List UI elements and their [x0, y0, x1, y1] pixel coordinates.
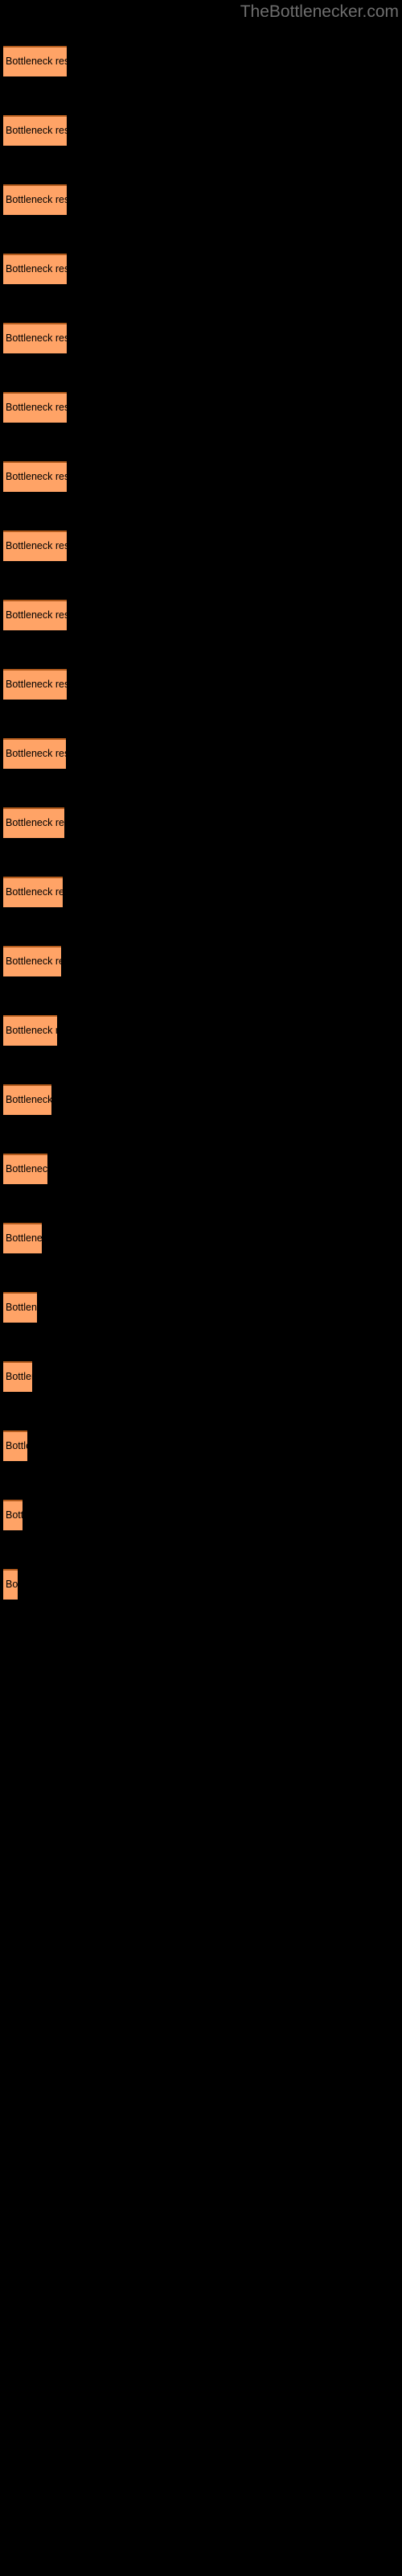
bar-row: Bottleneck result	[3, 115, 67, 146]
bar-row: Bottleneck result	[3, 1223, 42, 1253]
bar[interactable]: Bottleneck result	[3, 461, 67, 492]
bar[interactable]: Bottleneck result	[3, 1569, 18, 1600]
bar-label: Bottleneck result	[6, 886, 63, 898]
bar-row: Bottleneck result	[3, 669, 67, 700]
bar-label: Bottleneck result	[6, 1163, 47, 1174]
bar-row: Bottleneck result	[3, 530, 67, 561]
bar-row: Bottleneck result	[3, 46, 67, 76]
bar-label: Bottleneck result	[6, 1302, 37, 1313]
bar[interactable]: Bottleneck result	[3, 184, 67, 215]
bar[interactable]: Bottleneck result	[3, 600, 67, 630]
bar[interactable]: Bottleneck result	[3, 738, 66, 769]
bar-label: Bottleneck result	[6, 194, 67, 205]
bar-row: Bottleneck result	[3, 461, 67, 492]
bottleneck-bar-chart: Bottleneck result Bottleneck result Bottle…	[0, 0, 402, 2576]
bar-label: Bottleneck result	[6, 1025, 57, 1036]
bar[interactable]: Bottleneck result	[3, 669, 67, 700]
bar-label: Bottleneck result	[6, 679, 67, 690]
bar-label: Bottleneck result	[6, 1232, 42, 1244]
bar[interactable]: Bottleneck result	[3, 1015, 57, 1046]
bar-label: Bottleneck result	[6, 1440, 27, 1451]
bar[interactable]: Bottleneck result	[3, 807, 64, 838]
bar-label: Bottleneck result	[6, 263, 67, 275]
bar-row: Bottleneck result	[3, 1361, 32, 1392]
bar[interactable]: Bottleneck result	[3, 46, 67, 76]
bar-row: Bottleneck result	[3, 392, 67, 423]
bar-row: Bottleneck result	[3, 738, 66, 769]
bar-label: Bottleneck result	[6, 56, 67, 67]
bar-label: Bottleneck result	[6, 956, 61, 967]
bar-row: Bottleneck result	[3, 600, 67, 630]
bar[interactable]: Bottleneck result	[3, 1430, 27, 1461]
bar-row: Bottleneck result	[3, 1084, 51, 1115]
bar[interactable]: Bottleneck result	[3, 877, 63, 907]
bar[interactable]: Bottleneck result	[3, 1223, 42, 1253]
bar[interactable]: Bottleneck result	[3, 1361, 32, 1392]
bar-row: Bottleneck result	[3, 807, 64, 838]
bar-label: Bottleneck result	[6, 1371, 32, 1382]
bar[interactable]: Bottleneck result	[3, 323, 67, 353]
bar-row: Bottleneck result	[3, 1154, 47, 1184]
bar-row: Bottleneck result	[3, 946, 61, 976]
bar[interactable]: Bottleneck result	[3, 1154, 47, 1184]
bar-row: Bottleneck result	[3, 323, 67, 353]
bar-label: Bottleneck result	[6, 1509, 23, 1521]
bar-row: Bottleneck result	[3, 1500, 23, 1530]
bar-label: Bottleneck result	[6, 332, 67, 344]
bar-row: Bottleneck result	[3, 1292, 37, 1323]
bar[interactable]: Bottleneck result	[3, 1500, 23, 1530]
bar-row: Bottleneck result	[3, 184, 67, 215]
bar[interactable]: Bottleneck result	[3, 530, 67, 561]
bar-row: Bottleneck result	[3, 254, 67, 284]
bar-row: Bottleneck result	[3, 1430, 27, 1461]
bar[interactable]: Bottleneck result	[3, 254, 67, 284]
bar-label: Bottleneck result	[6, 402, 67, 413]
bar-row: Bottleneck result	[3, 877, 63, 907]
bar-label: Bottleneck result	[6, 748, 66, 759]
bar-label: Bottleneck result	[6, 540, 67, 551]
bar[interactable]: Bottleneck result	[3, 392, 67, 423]
bar-label: Bottleneck result	[6, 1094, 51, 1105]
bar-label: Bottleneck result	[6, 1579, 18, 1590]
bar-label: Bottleneck result	[6, 609, 67, 621]
bar[interactable]: Bottleneck result	[3, 1084, 51, 1115]
bar-row: Bottleneck result	[3, 1569, 18, 1600]
bar[interactable]: Bottleneck result	[3, 115, 67, 146]
bar-row: Bottleneck result	[3, 1015, 57, 1046]
bar[interactable]: Bottleneck result	[3, 946, 61, 976]
bar-label: Bottleneck result	[6, 817, 64, 828]
bottleneck-chart-page: TheBottlenecker.com Bottleneck resultBot…	[0, 0, 402, 2576]
bar-label: Bottleneck result	[6, 125, 67, 136]
bar-label: Bottleneck result	[6, 471, 67, 482]
bar[interactable]: Bottleneck result	[3, 1292, 37, 1323]
